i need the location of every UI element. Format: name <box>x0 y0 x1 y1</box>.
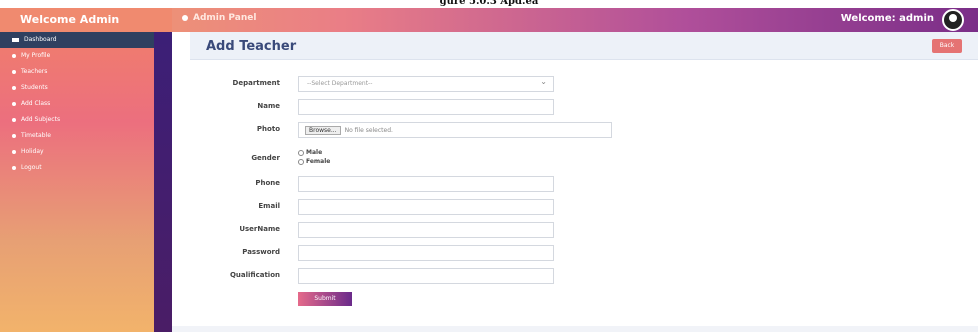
submit-button[interactable]: Submit <box>298 292 352 306</box>
sidebar: Dashboard My Profile Teachers Students A… <box>0 32 172 332</box>
department-row: Department --Select Department-- <box>190 76 978 96</box>
panel-title-text: Admin Panel <box>193 13 257 23</box>
username-label: UserName <box>239 225 280 233</box>
qualification-label: Qualification <box>229 271 280 279</box>
class-icon <box>12 101 16 106</box>
avatar-icon[interactable] <box>942 9 964 31</box>
students-icon <box>12 85 16 90</box>
page-title: Add Teacher <box>206 39 297 54</box>
sidebar-item-timetable[interactable]: Timetable <box>0 128 172 144</box>
sidebar-item-add-subjects[interactable]: Add Subjects <box>0 112 172 128</box>
page-header: Add Teacher Back <box>190 32 978 60</box>
username-input[interactable] <box>298 222 554 238</box>
sidebar-item-my-profile[interactable]: My Profile <box>0 48 172 64</box>
department-select[interactable]: --Select Department-- <box>298 76 554 92</box>
photo-file-input[interactable]: Browse... No file selected. <box>298 122 612 138</box>
dashboard-icon <box>12 37 19 42</box>
phone-label: Phone <box>255 179 280 187</box>
back-button[interactable]: Back <box>932 39 962 53</box>
name-input[interactable] <box>298 99 554 115</box>
gender-male-label: Male <box>306 149 323 156</box>
gender-male-radio[interactable]: Male <box>298 149 322 156</box>
sidebar-item-holiday[interactable]: Holiday <box>0 144 172 160</box>
password-label: Password <box>242 248 280 256</box>
radio-icon <box>298 158 304 165</box>
footer-strip <box>172 326 978 332</box>
main-content: Add Teacher Back Department --Select Dep… <box>190 32 978 332</box>
email-row: Email <box>190 199 978 219</box>
phone-input[interactable] <box>298 176 554 192</box>
sidebar-item-students[interactable]: Students <box>0 80 172 96</box>
sidebar-item-label: Holiday <box>21 148 44 155</box>
sidebar-item-label: Dashboard <box>24 36 57 43</box>
sidebar-item-label: My Profile <box>21 52 51 59</box>
password-row: Password <box>190 245 978 265</box>
holiday-icon <box>12 149 16 154</box>
teacher-icon <box>12 69 16 74</box>
welcome-text: Welcome: admin <box>840 13 934 24</box>
gender-female-radio[interactable]: Female <box>298 158 330 165</box>
sidebar-item-label: Students <box>21 84 48 91</box>
sidebar-item-add-class[interactable]: Add Class <box>0 96 172 112</box>
sidebar-item-dashboard[interactable]: Dashboard <box>0 32 154 48</box>
qualification-input[interactable] <box>298 268 554 284</box>
sidebar-item-label: Add Subjects <box>21 116 61 123</box>
radio-icon <box>298 149 304 156</box>
sidebar-item-teachers[interactable]: Teachers <box>0 64 172 80</box>
figure-caption: gure 5.0.3 Apd.ea <box>439 0 539 7</box>
sidebar-item-label: Logout <box>21 164 42 171</box>
email-label: Email <box>258 202 280 210</box>
no-file-text: No file selected. <box>344 127 393 134</box>
panel-icon <box>182 14 188 21</box>
browse-button[interactable]: Browse... <box>305 126 341 135</box>
sidebar-item-label: Teachers <box>21 68 48 75</box>
sidebar-item-label: Add Class <box>21 100 51 107</box>
qualification-row: Qualification <box>190 268 978 288</box>
sidebar-item-logout[interactable]: Logout <box>0 160 172 176</box>
password-input[interactable] <box>298 245 554 261</box>
top-bar: Welcome Admin Admin Panel Welcome: admin <box>0 8 978 32</box>
name-label: Name <box>257 102 280 110</box>
gender-label: Gender <box>251 154 280 162</box>
phone-row: Phone <box>190 176 978 196</box>
user-icon <box>12 53 16 58</box>
email-input[interactable] <box>298 199 554 215</box>
panel-title: Admin Panel <box>182 13 256 23</box>
timetable-icon <box>12 133 16 138</box>
photo-row: Photo Browse... No file selected. <box>190 122 978 142</box>
logout-icon <box>12 165 16 170</box>
gender-row: Gender Male Female <box>190 149 978 173</box>
username-row: UserName <box>190 222 978 242</box>
photo-label: Photo <box>256 125 280 133</box>
gender-female-label: Female <box>306 158 331 165</box>
department-label: Department <box>232 79 280 87</box>
name-row: Name <box>190 99 978 119</box>
brand-title: Welcome Admin <box>0 8 172 32</box>
subjects-icon <box>12 117 16 122</box>
sidebar-item-label: Timetable <box>21 132 51 139</box>
